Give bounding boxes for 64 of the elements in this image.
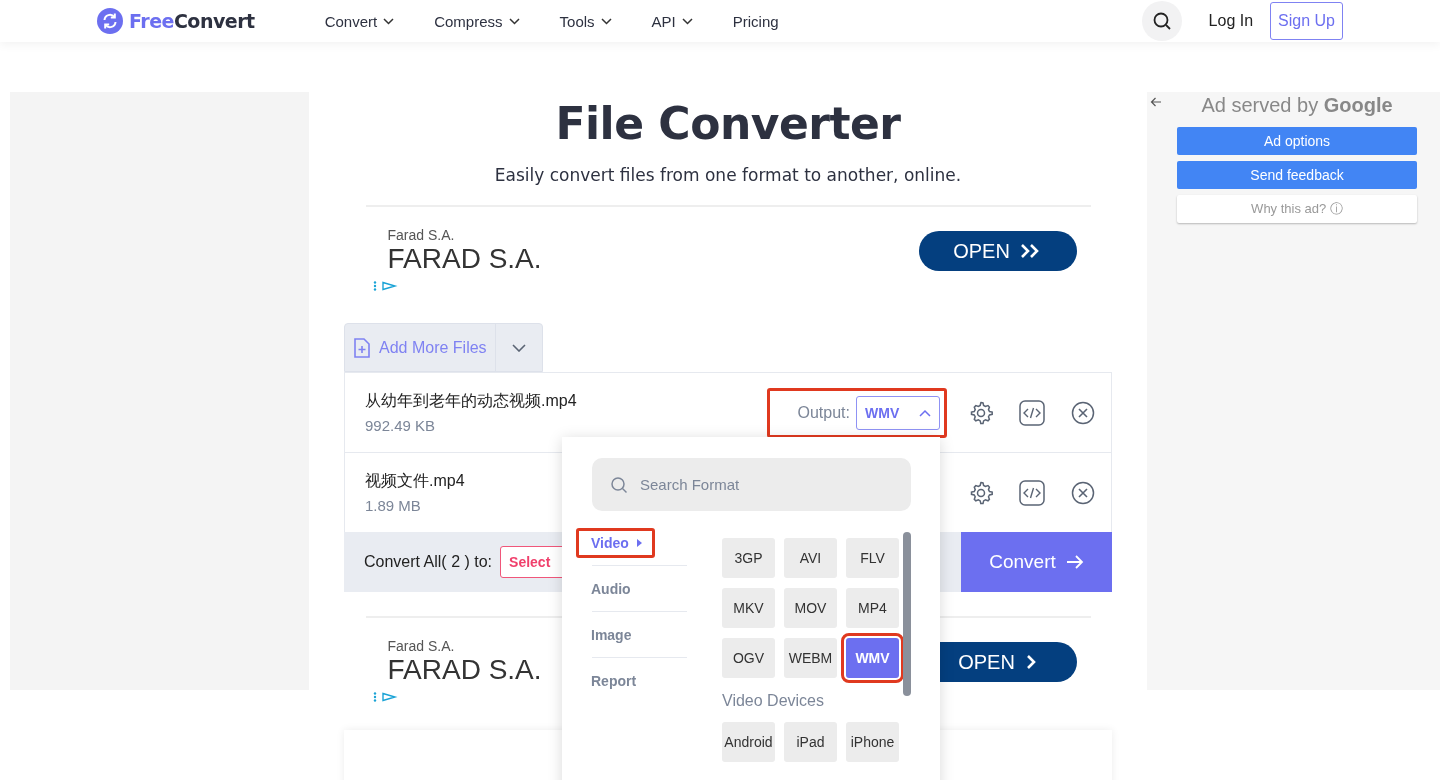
category-tab[interactable]: Report bbox=[576, 665, 650, 696]
output-select[interactable]: WMV bbox=[856, 395, 940, 430]
ad-advertiser: Farad S.A. bbox=[387, 227, 456, 243]
search-field[interactable]: Search Format bbox=[592, 458, 911, 511]
format-option[interactable]: FLV bbox=[846, 538, 899, 578]
format-option[interactable]: AVI bbox=[784, 538, 837, 578]
remove-icon[interactable] bbox=[1071, 480, 1095, 505]
file-size: 1.89 MB bbox=[365, 497, 422, 514]
ad-headline: FARAD S.A. bbox=[387, 654, 542, 686]
logo-icon[interactable] bbox=[97, 8, 123, 34]
nav-link[interactable]: API bbox=[651, 12, 693, 30]
ad-choices-icon[interactable] bbox=[372, 281, 399, 291]
category-tab[interactable]: Video bbox=[576, 527, 655, 558]
file-size: 992.49 KB bbox=[365, 417, 437, 434]
convert-all-label: Convert All( 2 ) to: bbox=[364, 553, 493, 571]
arrow-right-icon[interactable] bbox=[1065, 554, 1084, 570]
format-option[interactable]: MOV bbox=[784, 588, 837, 628]
format-option[interactable]: 3GP bbox=[722, 538, 775, 578]
file-name: 视频文件.mp4 bbox=[365, 471, 465, 491]
ad-choices-icon[interactable] bbox=[372, 692, 399, 702]
search-icon bbox=[610, 476, 628, 494]
file-name: 从幼年到老年的动态视频.mp4 bbox=[365, 391, 577, 411]
add-file-icon[interactable] bbox=[353, 337, 371, 358]
format-option[interactable]: MKV bbox=[722, 588, 775, 628]
settings-icon[interactable] bbox=[969, 400, 993, 425]
logo-text[interactable]: FreeConvert bbox=[129, 10, 255, 32]
category-tab[interactable]: Image bbox=[576, 619, 645, 650]
caret-icon[interactable] bbox=[508, 17, 520, 25]
pointer-icon bbox=[636, 538, 642, 547]
format-option[interactable]: iPhone bbox=[846, 722, 899, 762]
search-button[interactable] bbox=[1141, 1, 1182, 41]
section-heading: Video Devices bbox=[722, 692, 825, 710]
ad-option-button[interactable]: Ad options bbox=[1177, 127, 1417, 155]
format-option[interactable]: WEBM bbox=[784, 638, 837, 678]
nav-link[interactable]: Convert bbox=[324, 12, 395, 30]
page-title: File Converter bbox=[555, 98, 901, 149]
ad-served-label: Ad served by Google bbox=[1201, 94, 1393, 117]
format-option[interactable]: iPad bbox=[784, 722, 837, 762]
remove-icon[interactable] bbox=[1071, 400, 1095, 425]
settings-icon[interactable] bbox=[969, 480, 993, 505]
page-subtitle: Easily convert files from one format to another, online. bbox=[494, 165, 962, 185]
signup-button[interactable]: Sign Up bbox=[1270, 2, 1343, 40]
ad-option-button[interactable]: Send feedback bbox=[1177, 161, 1417, 189]
chevron-icon[interactable] bbox=[1024, 655, 1037, 669]
login-link[interactable]: Log In bbox=[1208, 12, 1254, 30]
caret-icon[interactable] bbox=[383, 17, 395, 25]
embed-code-icon[interactable] bbox=[1019, 399, 1045, 426]
search-icon[interactable] bbox=[1151, 11, 1172, 31]
format-option[interactable]: MP4 bbox=[846, 588, 899, 628]
ad-advertiser: Farad S.A. bbox=[387, 638, 456, 654]
nav-link[interactable]: Compress bbox=[434, 12, 520, 30]
caret-icon[interactable] bbox=[681, 17, 693, 25]
output-label: Output: bbox=[797, 403, 850, 422]
format-option[interactable]: Android bbox=[722, 722, 775, 762]
nav-link[interactable]: Pricing bbox=[732, 12, 779, 30]
ad-headline: FARAD S.A. bbox=[387, 243, 542, 275]
embed-code-icon[interactable] bbox=[1019, 479, 1045, 506]
convert-button[interactable]: Convert bbox=[961, 532, 1112, 592]
caret-icon[interactable] bbox=[600, 17, 612, 25]
back-arrow-icon[interactable] bbox=[1150, 97, 1162, 107]
open-button[interactable]: OPEN bbox=[918, 231, 1077, 271]
scrollbar[interactable] bbox=[903, 532, 911, 696]
nav-link[interactable]: Tools bbox=[559, 12, 612, 30]
format-option[interactable]: OGV bbox=[722, 638, 775, 678]
